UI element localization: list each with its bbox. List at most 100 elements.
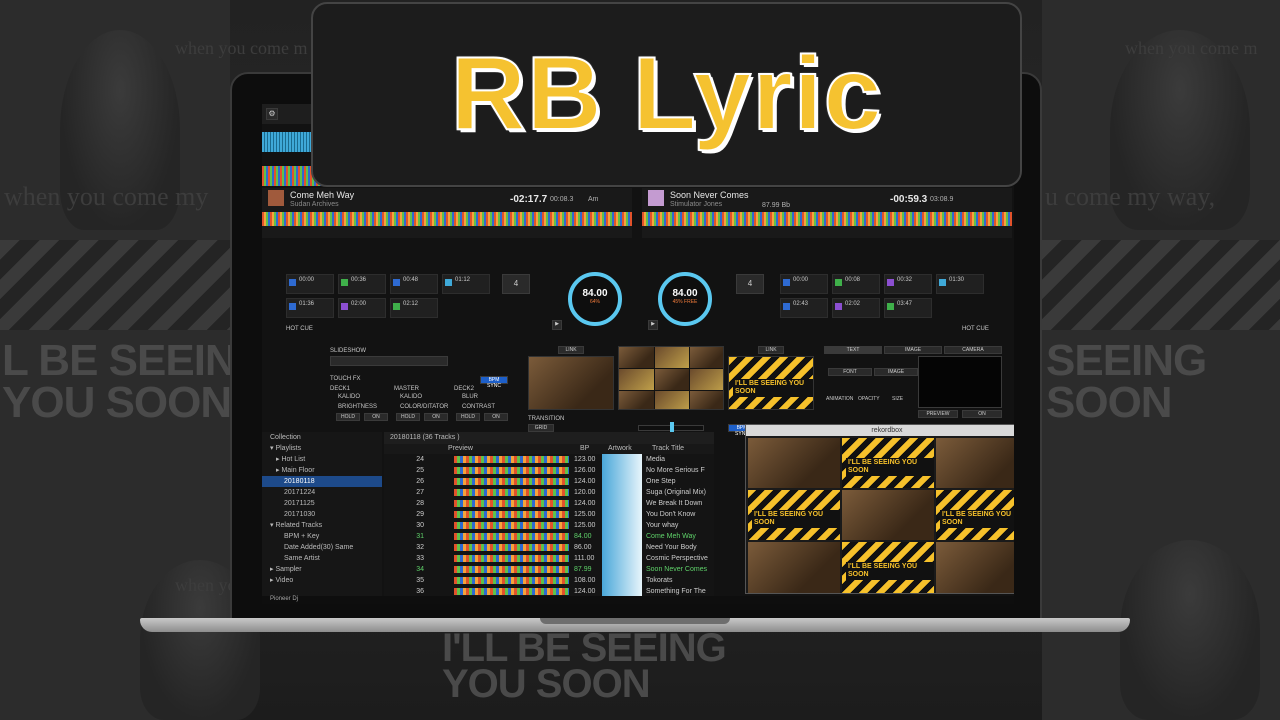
link-button[interactable]: LINK [558, 346, 584, 354]
fx-5[interactable]: COLOR/DITATOR [400, 404, 448, 410]
video-title: RB Lyric [450, 35, 883, 153]
fx-3[interactable]: BLUR [462, 394, 478, 400]
laptop-notch [540, 618, 730, 624]
hot-cue-pad[interactable]: 00:36 [338, 274, 386, 294]
image-button[interactable]: IMAGE [874, 368, 918, 376]
text-on-button[interactable]: ON [962, 410, 1002, 418]
deck-2-beat-count[interactable]: 4 [736, 274, 764, 294]
hot-cue-pad[interactable]: 02:00 [338, 298, 386, 318]
sidebar-item-related-tracks[interactable]: ▾ Related Tracks [262, 520, 382, 531]
row-artwork [602, 498, 642, 509]
ghost-poster-left: L BE SEEING YOU SOON [2, 336, 270, 427]
sidebar-item-video[interactable]: ▸ Video [262, 575, 382, 586]
column-artwork[interactable]: Artwork [608, 444, 632, 454]
column-preview[interactable]: Preview [448, 444, 473, 454]
deck-2-bpm-tag: FREE [684, 299, 698, 305]
hot-cue-pad[interactable]: 00:32 [884, 274, 932, 294]
sidebar-item-20171125[interactable]: 20171125 [262, 498, 382, 509]
fx-hold-button[interactable]: HOLD [396, 413, 420, 421]
deck-2-jog[interactable]: 84.00 45% FREE [658, 272, 712, 326]
sidebar-item-same-artist[interactable]: Same Artist [262, 553, 382, 564]
hot-cue-pad[interactable]: 00:48 [390, 274, 438, 294]
sidebar-item-20171224[interactable]: 20171224 [262, 487, 382, 498]
fx-hold-button[interactable]: HOLD [336, 413, 360, 421]
fx-on-button[interactable]: ON [424, 413, 448, 421]
sidebar-item-hot-list[interactable]: ▸ Hot List [262, 454, 382, 465]
sidebar-item-sampler[interactable]: ▸ Sampler [262, 564, 382, 575]
deck-2-play-button[interactable]: ▶ [648, 320, 658, 330]
column-track-title[interactable]: Track Title [652, 444, 684, 454]
deck-2-bpm-key: 87.99 Bb [762, 202, 791, 209]
fx-on-button[interactable]: ON [484, 413, 508, 421]
table-row[interactable]: 29 125.00 You Don't Know [384, 509, 714, 520]
sidebar-item-bpm-key[interactable]: BPM + Key [262, 531, 382, 542]
deck-2-waveform[interactable] [642, 212, 1012, 226]
deck-2-artist: Stimulator Jones [670, 201, 723, 208]
fx-hold-button[interactable]: HOLD [456, 413, 480, 421]
fx-6[interactable]: CONTRAST [462, 404, 495, 410]
table-row[interactable]: 33 111.00 Cosmic Perspective [384, 553, 714, 564]
table-row[interactable]: 25 126.00 No More Serious F [384, 465, 714, 476]
bpm-sync-button[interactable]: BPM SYNC [480, 376, 508, 389]
fx-col2-header: MASTER [394, 386, 420, 392]
deck-1-video-preview[interactable] [528, 356, 614, 410]
video-output-window[interactable]: rekordbox I'LL BE SEEING YOU SOON I'LL B… [745, 424, 1014, 594]
tab-image[interactable]: IMAGE [884, 346, 942, 354]
hot-cue-pad[interactable]: 00:00 [286, 274, 334, 294]
ghost-lyric-top: when you come m [175, 38, 308, 58]
table-row[interactable]: 26 124.00 One Step [384, 476, 714, 487]
background-figure-bottom-right [1120, 540, 1260, 720]
slideshow-label: SLIDESHOW [330, 348, 367, 354]
hot-cue-pad[interactable]: 02:12 [390, 298, 438, 318]
table-row[interactable]: 32 86.00 Need Your Body [384, 542, 714, 553]
font-button[interactable]: FONT [828, 368, 872, 376]
video-frame [936, 542, 1014, 593]
tab-text[interactable]: TEXT [824, 346, 882, 354]
table-row[interactable]: 30 125.00 Your whay [384, 520, 714, 531]
link-button[interactable]: LINK [758, 346, 784, 354]
table-row[interactable]: 34 87.99 Soon Never Comes [384, 564, 714, 575]
row-preview-waveform [454, 522, 569, 529]
row-artwork [602, 542, 642, 553]
deck-2-bpm: 84.00 [672, 288, 698, 299]
table-row[interactable]: 27 120.00 Suga (Original Mix) [384, 487, 714, 498]
hot-cue-pad[interactable]: 00:08 [832, 274, 880, 294]
row-preview-waveform [454, 577, 569, 584]
row-preview-waveform [454, 544, 569, 551]
hot-cue-pad[interactable]: 02:43 [780, 298, 828, 318]
column-bpm[interactable]: BP [580, 444, 589, 454]
fx-2[interactable]: KALIDO [400, 394, 422, 400]
hot-cue-pad[interactable]: 01:36 [286, 298, 334, 318]
slideshow-field[interactable] [330, 356, 448, 366]
table-row[interactable]: 31 84.00 Come Meh Way [384, 531, 714, 542]
hot-cue-pad[interactable]: 03:47 [884, 298, 932, 318]
fx-on-button[interactable]: ON [364, 413, 388, 421]
deck-1-play-button[interactable]: ▶ [552, 320, 562, 330]
deck-1[interactable]: Come Meh Way Sudan Archives -02:17.7 00:… [262, 188, 632, 238]
sidebar-item-playlists[interactable]: ▾ Playlists [262, 443, 382, 454]
deck-1-beat-count[interactable]: 4 [502, 274, 530, 294]
transition-select[interactable]: GRID [528, 424, 554, 432]
deck-2[interactable]: Soon Never Comes Stimulator Jones 87.99 … [642, 188, 1012, 238]
table-row[interactable]: 24 123.00 Media [384, 454, 714, 465]
settings-icon[interactable]: ⚙ [266, 108, 278, 120]
hot-cue-pad[interactable]: 02:02 [832, 298, 880, 318]
sidebar-item-main-floor[interactable]: ▸ Main Floor [262, 465, 382, 476]
table-row[interactable]: 28 124.00 We Break It Down [384, 498, 714, 509]
hot-cue-pad[interactable]: 00:00 [780, 274, 828, 294]
preview-button[interactable]: PREVIEW [918, 410, 958, 418]
fx-4[interactable]: BRIGHTNESS [338, 404, 377, 410]
deck-1-waveform[interactable] [262, 212, 632, 226]
deck-1-jog[interactable]: 84.00 64% [568, 272, 622, 326]
fx-1[interactable]: KALIDO [338, 394, 360, 400]
table-row[interactable]: 35 108.00 Tokorats [384, 575, 714, 586]
sidebar-item-date-added[interactable]: Date Added(30) Same [262, 542, 382, 553]
master-video-preview[interactable] [618, 346, 724, 410]
sidebar-item-20180118[interactable]: 20180118 [262, 476, 382, 487]
hot-cue-pad[interactable]: 01:30 [936, 274, 984, 294]
deck-2-video-preview[interactable]: I'LL BE SEEING YOU SOON [728, 356, 814, 410]
sidebar-item-20171030[interactable]: 20171030 [262, 509, 382, 520]
sidebar-item-collection[interactable]: Collection [262, 432, 382, 443]
tab-camera[interactable]: CAMERA [944, 346, 1002, 354]
hot-cue-pad[interactable]: 01:12 [442, 274, 490, 294]
